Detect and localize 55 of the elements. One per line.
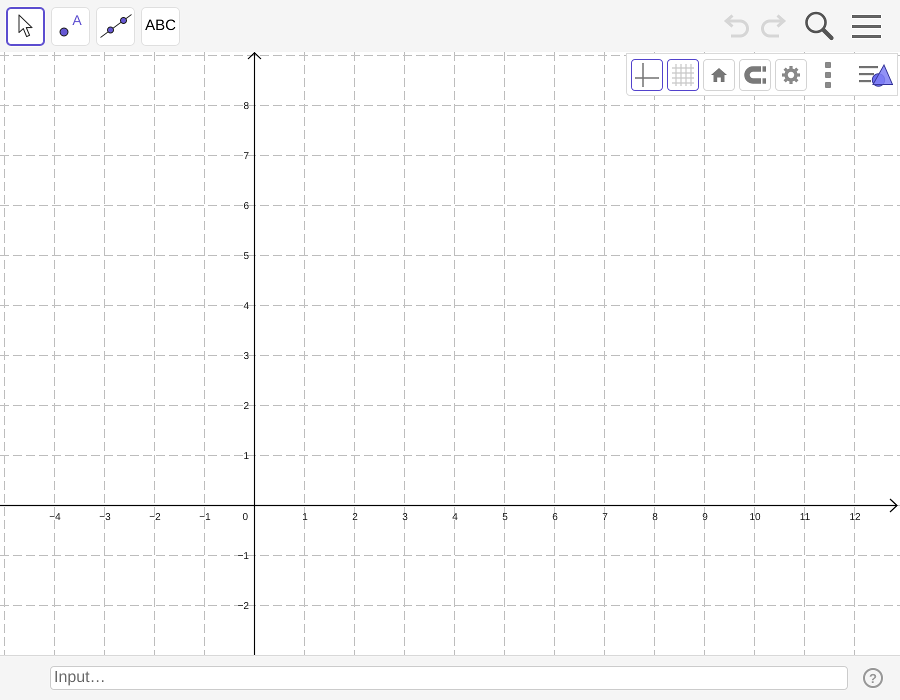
axis-label: 11	[800, 512, 810, 523]
axis-label: −2	[238, 601, 249, 612]
grid-icon	[672, 64, 694, 86]
style-bar-toggle-button[interactable]	[859, 62, 893, 86]
segment-tool-button[interactable]	[96, 6, 135, 46]
axes-icon	[635, 62, 659, 86]
input-field[interactable]: Input…	[50, 666, 848, 690]
axis-label: 8	[652, 512, 658, 523]
undo-arrow-icon	[723, 14, 751, 38]
axis-label: 5	[502, 512, 508, 523]
axis-label: 0	[242, 512, 248, 523]
home-button[interactable]	[703, 58, 735, 90]
axis-label: 1	[302, 512, 308, 523]
axis-label: −1	[238, 551, 249, 562]
axis-label: 3	[243, 351, 249, 362]
point-tool-button[interactable]: A	[51, 6, 90, 46]
axis-label: 3	[402, 512, 408, 523]
lines-and-shapes-icon	[859, 62, 893, 86]
axis-label: 6	[552, 512, 558, 523]
more-options-button[interactable]	[825, 62, 831, 88]
menu-button[interactable]	[852, 14, 881, 38]
vertical-dots-icon	[825, 62, 831, 88]
axis-label: −3	[99, 512, 111, 523]
settings-icon	[782, 66, 800, 84]
axis-label: 8	[243, 101, 249, 112]
axis-label: 7	[602, 512, 608, 523]
axis-label: 6	[243, 201, 249, 212]
axes-toggle-button[interactable]	[631, 58, 663, 90]
menu-icon	[852, 14, 881, 38]
axis-label: 2	[243, 401, 249, 412]
axis-label: 5	[243, 251, 249, 262]
axis-label: 12	[849, 512, 861, 523]
segment-icon	[100, 14, 132, 38]
redo-arrow-icon	[759, 14, 787, 38]
axis-label: 7	[243, 151, 249, 162]
move-tool-button[interactable]	[6, 6, 45, 46]
search-icon	[804, 11, 834, 41]
axis-label: −1	[199, 512, 211, 523]
axis-label: 10	[749, 512, 761, 523]
axis-label: 2	[352, 512, 358, 523]
cursor-arrow-icon	[18, 14, 33, 38]
settings-button[interactable]	[775, 58, 807, 90]
grid-toggle-button[interactable]	[667, 58, 699, 90]
magnet-icon	[744, 66, 766, 84]
search-button[interactable]	[804, 11, 834, 41]
magnet-button[interactable]	[739, 58, 771, 90]
point-dot-icon	[59, 26, 70, 36]
text-tool-button[interactable]: ABC	[141, 6, 180, 46]
axis-label: 4	[452, 512, 458, 523]
axis-label: −2	[149, 512, 161, 523]
home-icon	[711, 68, 727, 82]
axis-label: 4	[243, 301, 249, 312]
axis-label: 9	[702, 512, 708, 523]
axis-label: −4	[49, 512, 61, 523]
axis-label: 1	[243, 451, 249, 462]
